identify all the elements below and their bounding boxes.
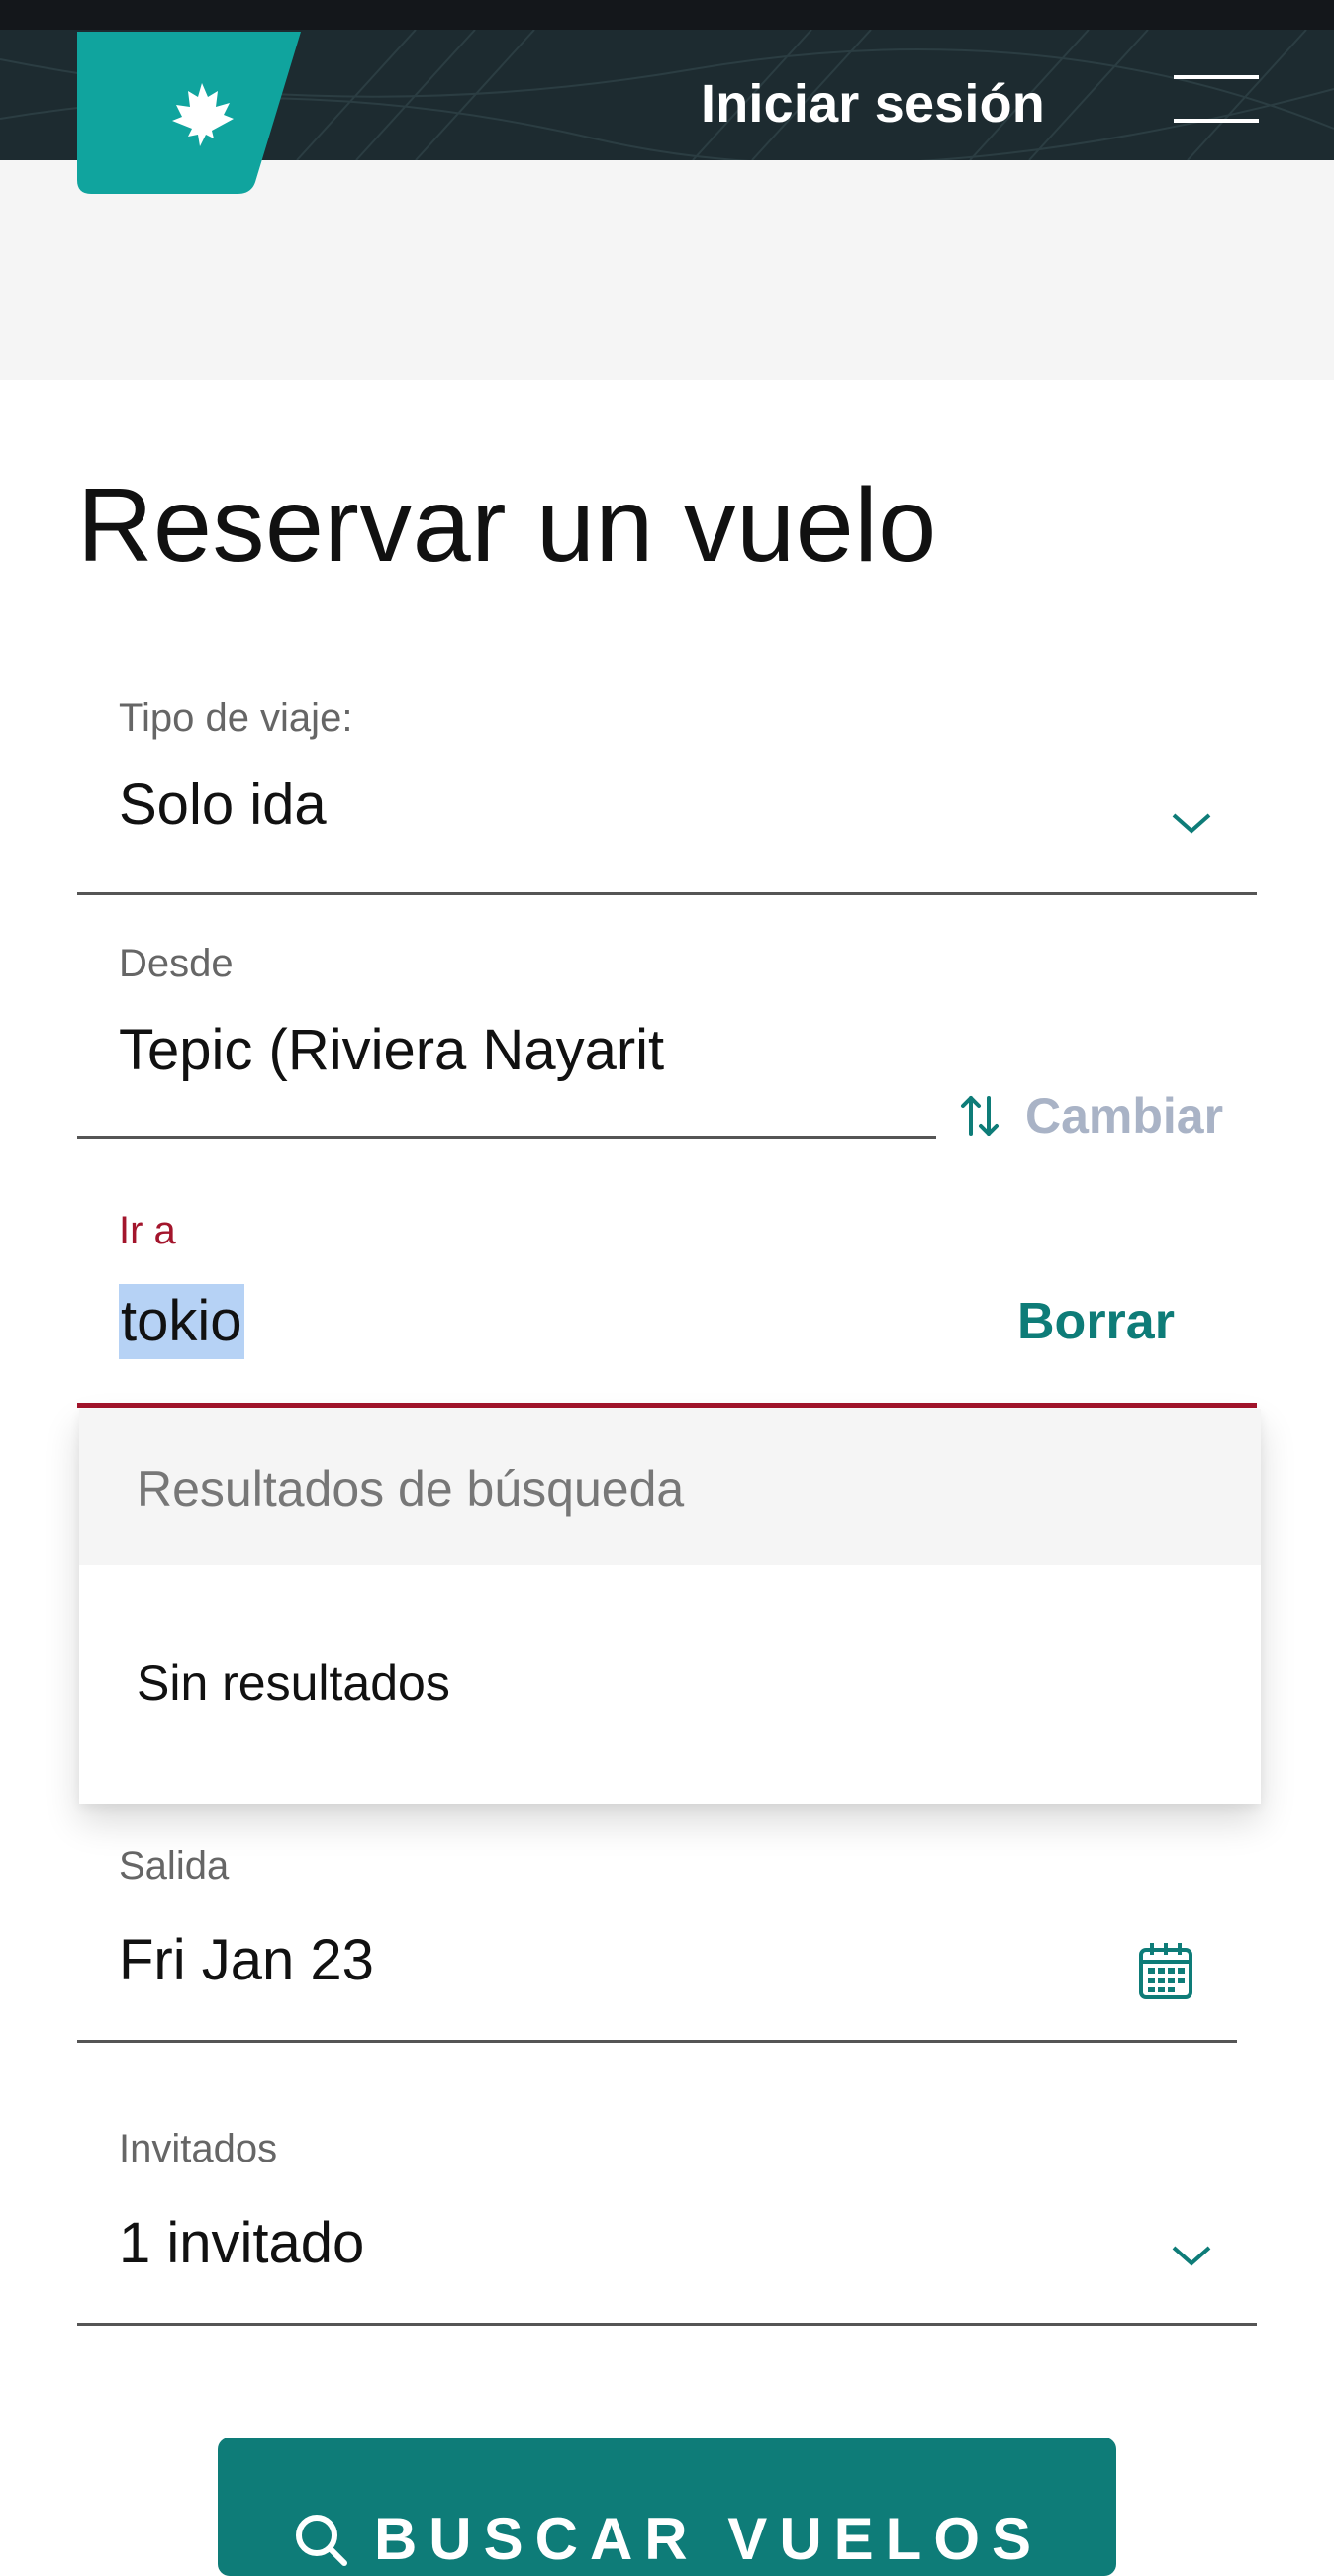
guests-underline — [77, 2323, 1257, 2326]
swap-button[interactable]: Cambiar — [960, 1086, 1223, 1146]
results-header-text: Resultados de búsqueda — [137, 1461, 685, 1517]
departure-value[interactable]: Fri Jan 23 — [119, 1927, 374, 1993]
brand-logo[interactable] — [77, 32, 301, 194]
search-results-dropdown: Resultados de búsqueda Sin resultados — [79, 1409, 1261, 1804]
swap-arrows-icon — [961, 1096, 999, 1136]
results-header: Resultados de búsqueda — [79, 1409, 1261, 1565]
trip-type-label: Tipo de viaje: — [119, 696, 353, 740]
departure-underline — [77, 2040, 1237, 2043]
guests-label: Invitados — [119, 2127, 278, 2170]
guests-value[interactable]: 1 invitado — [119, 2210, 364, 2276]
calendar-icon[interactable] — [1138, 1941, 1193, 2000]
destination-underline — [77, 1403, 1257, 1408]
origin-value[interactable]: Tepic (Riviera Nayarit — [119, 1017, 664, 1083]
chevron-down-icon[interactable] — [1170, 2242, 1213, 2269]
destination-input[interactable]: tokio — [119, 1284, 244, 1359]
departure-label: Salida — [119, 1844, 230, 1887]
search-flights-label: BUSCAR VUELOS — [373, 2506, 1044, 2572]
departure-date-field[interactable]: Salida Fri Jan 23 — [77, 1844, 1257, 2044]
swap-label: Cambiar — [1025, 1088, 1224, 1144]
guests-select[interactable]: Invitados 1 invitado — [77, 2127, 1257, 2327]
page-title: Reservar un vuelo — [77, 467, 937, 584]
origin-underline — [77, 1136, 936, 1139]
origin-label: Desde — [119, 942, 234, 985]
chevron-down-icon[interactable] — [1170, 809, 1213, 837]
search-flights-button[interactable]: BUSCAR VUELOS — [218, 2438, 1116, 2576]
trip-type-value[interactable]: Solo ida — [119, 772, 327, 838]
destination-field[interactable]: Ir a tokio Borrar — [77, 1205, 1257, 1409]
search-icon — [295, 2514, 347, 2566]
trip-type-underline — [77, 892, 1257, 895]
no-results-message: Sin resultados — [137, 1655, 450, 1710]
trip-type-select[interactable]: Tipo de viaje: Solo ida — [77, 692, 1257, 896]
status-bar — [0, 0, 1334, 30]
signin-link[interactable]: Iniciar sesión — [701, 73, 1045, 135]
destination-label: Ir a — [119, 1209, 176, 1252]
clear-button[interactable]: Borrar — [1017, 1292, 1175, 1351]
hamburger-menu-icon[interactable] — [1174, 73, 1259, 125]
